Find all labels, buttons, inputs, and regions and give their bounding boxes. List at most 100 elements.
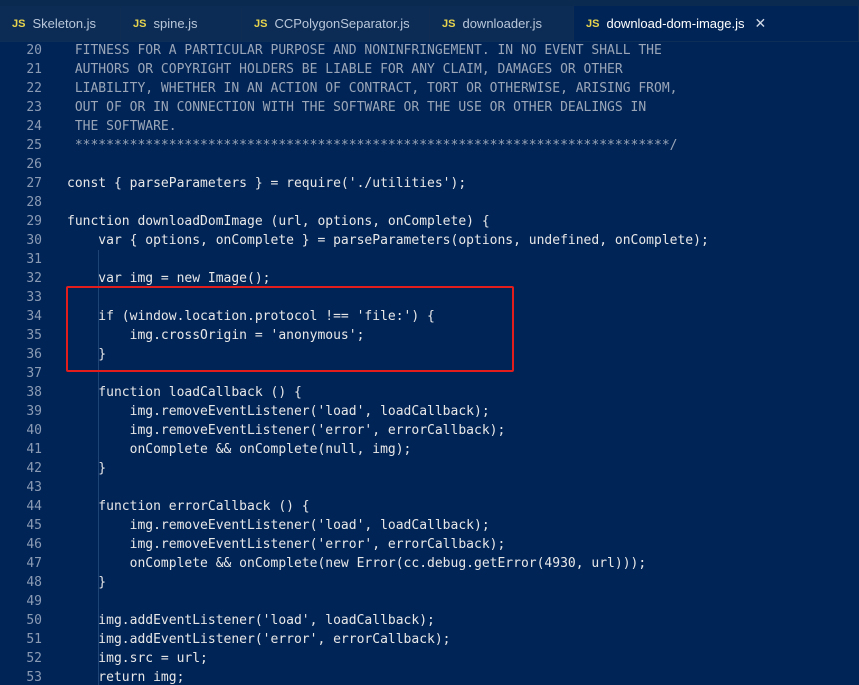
code-line: 42 }: [0, 459, 859, 478]
line-number: 30: [26, 233, 42, 248]
code-text[interactable]: function downloadDomImage (url, options,…: [67, 212, 490, 231]
code-text[interactable]: function loadCallback () {: [67, 383, 302, 402]
code-line: 50 img.addEventListener('load', loadCall…: [0, 611, 859, 630]
code-line: 40 img.removeEventListener('error', erro…: [0, 421, 859, 440]
code-text[interactable]: img.addEventListener('load', loadCallbac…: [67, 611, 435, 630]
line-number: 23: [26, 100, 42, 115]
code-text[interactable]: img.removeEventListener('load', loadCall…: [67, 402, 490, 421]
code-line: 29 function downloadDomImage (url, option…: [0, 212, 859, 231]
tab-spine-js[interactable]: JS spine.js: [121, 6, 242, 41]
line-number: 50: [26, 613, 42, 628]
code-text[interactable]: onComplete && onComplete(null, img);: [67, 440, 412, 459]
line-number: 24: [26, 119, 42, 134]
line-number: 53: [26, 670, 42, 685]
code-line: 41 onComplete && onComplete(null, img);: [0, 440, 859, 459]
code-line: 43: [0, 478, 859, 497]
javascript-file-icon: JS: [254, 17, 268, 30]
line-number: 33: [26, 290, 42, 305]
line-number: 34: [26, 309, 42, 324]
code-line: 23 OUT OF OR IN CONNECTION WITH THE SOFT…: [0, 98, 859, 117]
code-text[interactable]: img.removeEventListener('error', errorCa…: [67, 535, 506, 554]
code-line: 26: [0, 155, 859, 174]
code-text[interactable]: img.removeEventListener('load', loadCall…: [67, 516, 490, 535]
code-line: 36 }: [0, 345, 859, 364]
line-number: 43: [26, 480, 42, 495]
tab-download-dom-image-js[interactable]: JS download-dom-image.js ✕: [574, 6, 859, 41]
code-line: 44 function errorCallback () {: [0, 497, 859, 516]
code-text[interactable]: const { parseParameters } = require('./u…: [67, 174, 466, 193]
tab-label: spine.js: [153, 16, 198, 31]
code-text[interactable]: var { options, onComplete } = parseParam…: [67, 231, 709, 250]
tab-skeleton-js[interactable]: JS Skeleton.js: [0, 6, 121, 41]
tab-ccpolygonseparator-js[interactable]: JS CCPolygonSeparator.js: [242, 6, 430, 41]
code-text[interactable]: }: [67, 459, 106, 478]
line-number: 20: [26, 43, 42, 58]
line-number: 40: [26, 423, 42, 438]
code-line: 49: [0, 592, 859, 611]
line-number: 36: [26, 347, 42, 362]
line-number: 22: [26, 81, 42, 96]
code-text[interactable]: }: [67, 573, 106, 592]
code-text[interactable]: img.addEventListener('error', errorCallb…: [67, 630, 450, 649]
code-line: 25 *************************************…: [0, 136, 859, 155]
code-line: 30 var { options, onComplete } = parsePa…: [0, 231, 859, 250]
editor-tab-bar: JS Skeleton.js JS spine.js JS CCPolygonSepara…: [0, 0, 859, 42]
tab-downloader-js[interactable]: JS downloader.js: [430, 6, 574, 41]
tab-label: downloader.js: [462, 16, 542, 31]
code-text[interactable]: OUT OF OR IN CONNECTION WITH THE SOFTWAR…: [67, 98, 646, 117]
line-number: 25: [26, 138, 42, 153]
code-text[interactable]: }: [67, 345, 106, 364]
code-line: 24 THE SOFTWARE.: [0, 117, 859, 136]
line-number: 44: [26, 499, 42, 514]
code-line: 51 img.addEventListener('error', errorCa…: [0, 630, 859, 649]
code-text[interactable]: var img = new Image();: [67, 269, 270, 288]
line-number: 32: [26, 271, 42, 286]
line-number: 39: [26, 404, 42, 419]
code-text[interactable]: img.removeEventListener('error', errorCa…: [67, 421, 506, 440]
code-text[interactable]: return img;: [67, 668, 184, 685]
code-line: 53 return img;: [0, 668, 859, 685]
code-text[interactable]: THE SOFTWARE.: [67, 117, 177, 136]
code-line: 31: [0, 250, 859, 269]
code-line: 38 function loadCallback () {: [0, 383, 859, 402]
line-number: 42: [26, 461, 42, 476]
code-text[interactable]: img.src = url;: [67, 649, 208, 668]
code-line: 39 img.removeEventListener('load', loadC…: [0, 402, 859, 421]
tab-label: Skeleton.js: [32, 16, 97, 31]
line-number: 28: [26, 195, 42, 210]
code-text[interactable]: ****************************************…: [67, 136, 678, 155]
code-line: 27 const { parseParameters } = require('.…: [0, 174, 859, 193]
code-text[interactable]: FITNESS FOR A PARTICULAR PURPOSE AND NON…: [67, 41, 662, 60]
code-line: 45 img.removeEventListener('load', loadC…: [0, 516, 859, 535]
code-line: 34 if (window.location.protocol !== 'fil…: [0, 307, 859, 326]
line-number: 41: [26, 442, 42, 457]
line-number: 47: [26, 556, 42, 571]
code-line: 22 LIABILITY, WHETHER IN AN ACTION OF CO…: [0, 79, 859, 98]
code-text[interactable]: LIABILITY, WHETHER IN AN ACTION OF CONTR…: [67, 79, 678, 98]
javascript-file-icon: JS: [586, 17, 600, 30]
code-text[interactable]: img.crossOrigin = 'anonymous';: [67, 326, 365, 345]
code-line: 48 }: [0, 573, 859, 592]
code-text[interactable]: onComplete && onComplete(new Error(cc.de…: [67, 554, 647, 573]
line-number: 21: [26, 62, 42, 77]
code-line: 35 img.crossOrigin = 'anonymous';: [0, 326, 859, 345]
line-number: 29: [26, 214, 42, 229]
code-text[interactable]: if (window.location.protocol !== 'file:'…: [67, 307, 435, 326]
code-line: 37: [0, 364, 859, 383]
code-line: 21 AUTHORS OR COPYRIGHT HOLDERS BE LIABL…: [0, 60, 859, 79]
line-number: 46: [26, 537, 42, 552]
code-line: 52 img.src = url;: [0, 649, 859, 668]
close-icon[interactable]: ✕: [754, 15, 766, 32]
code-text[interactable]: AUTHORS OR COPYRIGHT HOLDERS BE LIABLE F…: [67, 60, 623, 79]
line-number: 26: [26, 157, 42, 172]
code-editor[interactable]: 20 FITNESS FOR A PARTICULAR PURPOSE AND …: [0, 41, 859, 685]
code-line: 28: [0, 193, 859, 212]
code-line: 46 img.removeEventListener('error', erro…: [0, 535, 859, 554]
line-number: 51: [26, 632, 42, 647]
line-number: 45: [26, 518, 42, 533]
line-number: 48: [26, 575, 42, 590]
tab-label: CCPolygonSeparator.js: [274, 16, 410, 31]
code-text[interactable]: function errorCallback () {: [67, 497, 309, 516]
line-number: 31: [26, 252, 42, 267]
javascript-file-icon: JS: [12, 17, 26, 30]
